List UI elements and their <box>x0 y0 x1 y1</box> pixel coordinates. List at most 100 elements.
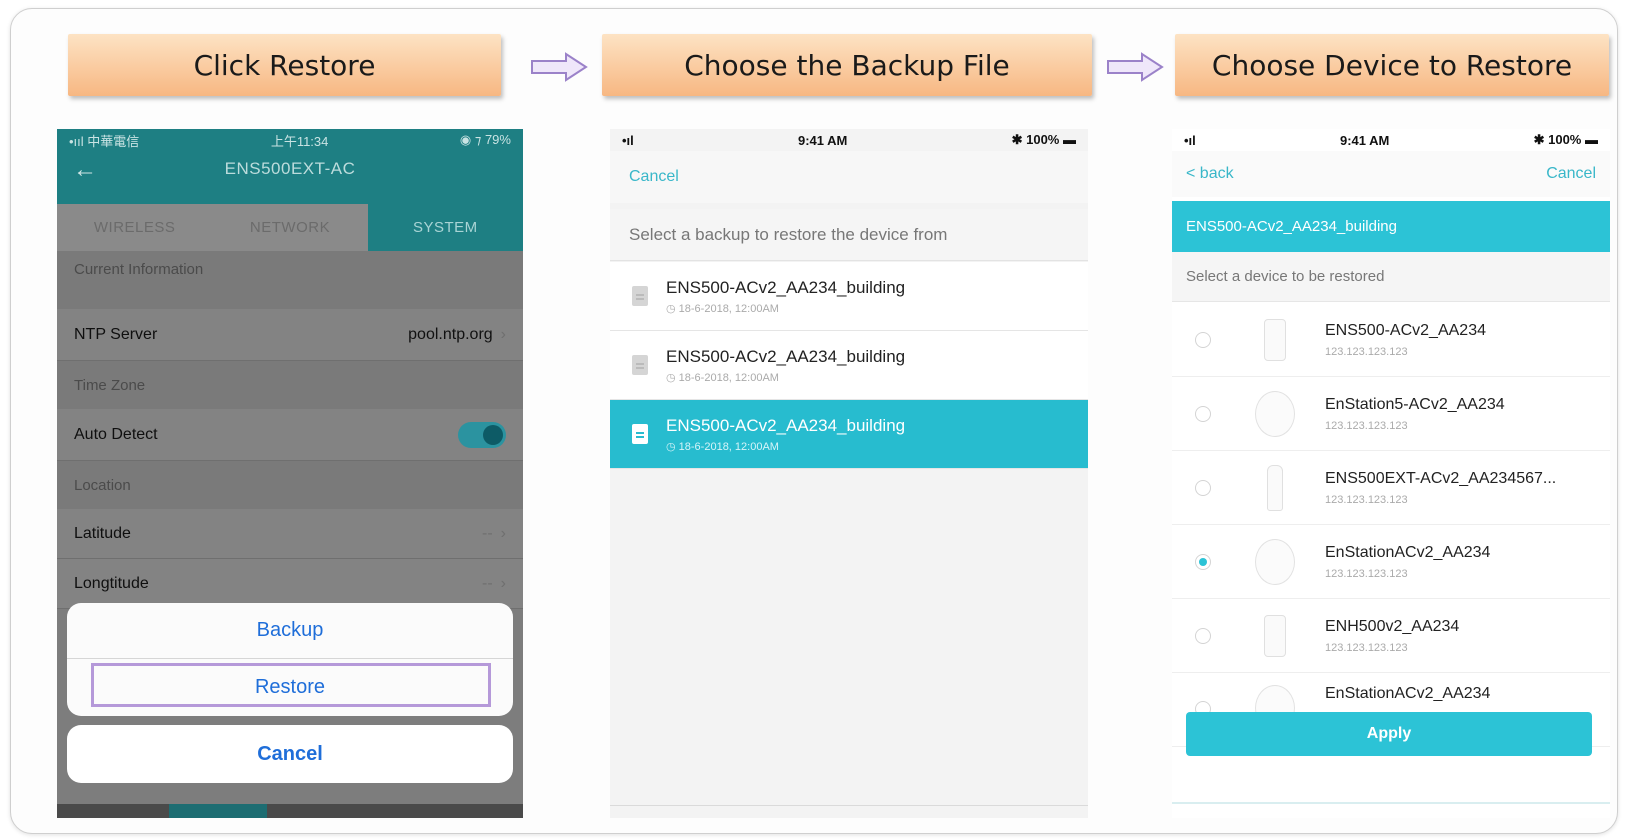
battery: ✱ 100% ▬ <box>1533 132 1598 147</box>
file-date: ◷ 18-6-2018, 12:00AM <box>666 440 779 453</box>
chevron-right-icon: › <box>500 574 506 592</box>
section-time-zone: Time Zone <box>57 361 523 409</box>
device-item[interactable]: ENS500-ACv2_AA234 123.123.123.123 <box>1172 303 1610 377</box>
longitude-label: Longtitude <box>74 574 149 592</box>
phone-screen-restore: •ııl 中華電信 上午11:34 ◉ ⁊ 79% ← ENS500EXT-AC… <box>57 129 523 818</box>
auto-detect-row: Auto Detect <box>57 409 523 461</box>
radio-button[interactable] <box>1195 479 1211 496</box>
back-link[interactable]: < back <box>1186 165 1234 183</box>
battery: ◉ ⁊ 79% <box>459 132 511 147</box>
backup-file-item[interactable]: ENS500-ACv2_AA234_building ◷ 18-6-2018, … <box>610 331 1088 400</box>
device-name: ENS500EXT-ACv2_AA234567... <box>1325 469 1557 487</box>
section-current-information: Current Information <box>57 251 523 309</box>
tab-system[interactable]: SYSTEM <box>367 204 523 251</box>
device-ip: 123.123.123.123 <box>1325 493 1408 506</box>
radio-button[interactable] <box>1195 331 1211 348</box>
cancel-link[interactable]: Cancel <box>629 168 679 186</box>
header: •ııl 中華電信 上午11:34 ◉ ⁊ 79% ← ENS500EXT-AC… <box>57 129 523 251</box>
device-item-selected[interactable]: EnStationACv2_AA234 123.123.123.123 <box>1172 525 1610 599</box>
restore-button[interactable]: Restore <box>67 659 513 715</box>
file-name: ENS500-ACv2_AA234_building <box>666 415 906 435</box>
chevron-right-icon: › <box>500 325 506 343</box>
longitude-row[interactable]: Longtitude -- › <box>57 559 523 609</box>
device-name: EnStation5-ACv2_AA234 <box>1325 395 1505 413</box>
auto-detect-label: Auto Detect <box>74 425 158 443</box>
status-bar: •ıl 9:41 AM ✱ 100% ▬ <box>610 129 1088 151</box>
latitude-row[interactable]: Latitude -- › <box>57 509 523 559</box>
device-name: ENH500v2_AA234 <box>1325 617 1460 635</box>
tab-configurations[interactable] <box>169 804 267 818</box>
step-1-banner: Click Restore <box>68 34 501 96</box>
step-1-label: Click Restore <box>193 48 376 82</box>
device-thumbnail <box>1255 317 1295 363</box>
ntp-server-row[interactable]: NTP Server pool.ntp.org › <box>57 309 523 361</box>
tab-network[interactable]: NETWORK <box>212 204 368 251</box>
phone-screen-backup-files: •ıl 9:41 AM ✱ 100% ▬ Cancel Select a bac… <box>610 129 1088 818</box>
selected-backup-banner: ENS500-ACv2_AA234_building <box>1172 201 1610 252</box>
section-label: Location <box>74 476 131 494</box>
nav-bar: Cancel <box>610 151 1088 203</box>
carrier: •ııl 中華電信 <box>69 133 140 149</box>
device-ip: 123.123.123.123 <box>1325 567 1408 580</box>
device-thumbnail <box>1255 464 1295 511</box>
file-name: ENS500-ACv2_AA234_building <box>666 346 906 366</box>
device-name: EnStationACv2_AA234 <box>1325 685 1491 702</box>
radio-button[interactable] <box>1195 627 1211 644</box>
page-title: ENS500EXT-AC <box>224 159 356 178</box>
device-name: ENS500-ACv2_AA234 <box>1325 321 1486 339</box>
device-item[interactable]: ENS500EXT-ACv2_AA234567... 123.123.123.12… <box>1172 451 1610 525</box>
cancel-button[interactable]: Cancel <box>67 725 513 783</box>
file-date: ◷ 18-6-2018, 12:00AM <box>666 302 779 315</box>
device-ip: 123.123.123.123 <box>1325 641 1408 654</box>
device-item[interactable]: ENH500v2_AA234 123.123.123.123 <box>1172 599 1610 673</box>
instruction-text: Select a device to be restored <box>1172 252 1610 302</box>
device-thumbnail <box>1255 538 1295 585</box>
device-ip: 123.123.123.123 <box>1325 419 1408 432</box>
divider <box>610 805 1088 806</box>
signal-icon: •ıl <box>1184 132 1196 148</box>
apply-button[interactable]: Apply <box>1186 712 1592 756</box>
chevron-right-icon: › <box>500 524 506 542</box>
tab-bar: WIRELESS NETWORK SYSTEM <box>57 204 523 251</box>
file-name: ENS500-ACv2_AA234_building <box>666 277 906 297</box>
restore-highlight-box <box>91 663 491 707</box>
arrow-right-icon <box>1107 52 1164 82</box>
step-3-banner: Choose Device to Restore <box>1175 34 1609 96</box>
longitude-value: -- <box>482 574 493 592</box>
section-location: Location <box>57 461 523 509</box>
phone-screen-choose-device: •ıl 9:41 AM ✱ 100% ▬ < back Cancel ENS50… <box>1172 129 1610 818</box>
backup-file-item[interactable]: ENS500-ACv2_AA234_building ◷ 18-6-2018, … <box>610 262 1088 331</box>
signal-icon: •ıl <box>622 132 634 148</box>
section-label: Time Zone <box>74 376 146 394</box>
action-sheet: Backup Restore <box>67 603 513 716</box>
battery: ✱ 100% ▬ <box>1011 132 1076 147</box>
file-icon <box>632 355 648 375</box>
status-bar: •ııl 中華電信 上午11:34 ◉ ⁊ 79% <box>57 129 523 151</box>
nav-bar: < back Cancel <box>1172 151 1610 197</box>
status-time: 9:41 AM <box>1340 132 1390 148</box>
radio-button[interactable] <box>1195 405 1211 422</box>
step-3-label: Choose Device to Restore <box>1211 48 1573 82</box>
cancel-link[interactable]: Cancel <box>1546 165 1596 183</box>
device-name: EnStationACv2_AA234 <box>1325 543 1491 561</box>
divider <box>1172 802 1610 804</box>
section-label: Current Information <box>74 261 204 278</box>
status-time: 9:41 AM <box>798 132 848 148</box>
step-2-label: Choose the Backup File <box>684 48 1010 82</box>
ntp-server-value: pool.ntp.org <box>408 325 493 343</box>
device-item[interactable]: EnStation5-ACv2_AA234 123.123.123.123 <box>1172 377 1610 451</box>
bottom-tab-bar <box>57 804 523 818</box>
tab-wireless[interactable]: WIRELESS <box>57 204 213 251</box>
backup-button[interactable]: Backup <box>67 603 513 659</box>
auto-detect-toggle[interactable] <box>458 421 506 448</box>
instruction-text: Select a backup to restore the device fr… <box>610 209 1088 261</box>
file-icon <box>632 286 648 306</box>
arrow-right-icon <box>531 52 588 82</box>
status-time: 上午11:34 <box>270 133 329 149</box>
file-icon <box>632 424 648 444</box>
backup-file-item-selected[interactable]: ENS500-ACv2_AA234_building ◷ 18-6-2018, … <box>610 400 1088 469</box>
device-ip: 123.123.123.123 <box>1325 345 1408 358</box>
file-date: ◷ 18-6-2018, 12:00AM <box>666 371 779 384</box>
radio-button-selected[interactable] <box>1195 553 1211 570</box>
step-2-banner: Choose the Backup File <box>602 34 1092 96</box>
